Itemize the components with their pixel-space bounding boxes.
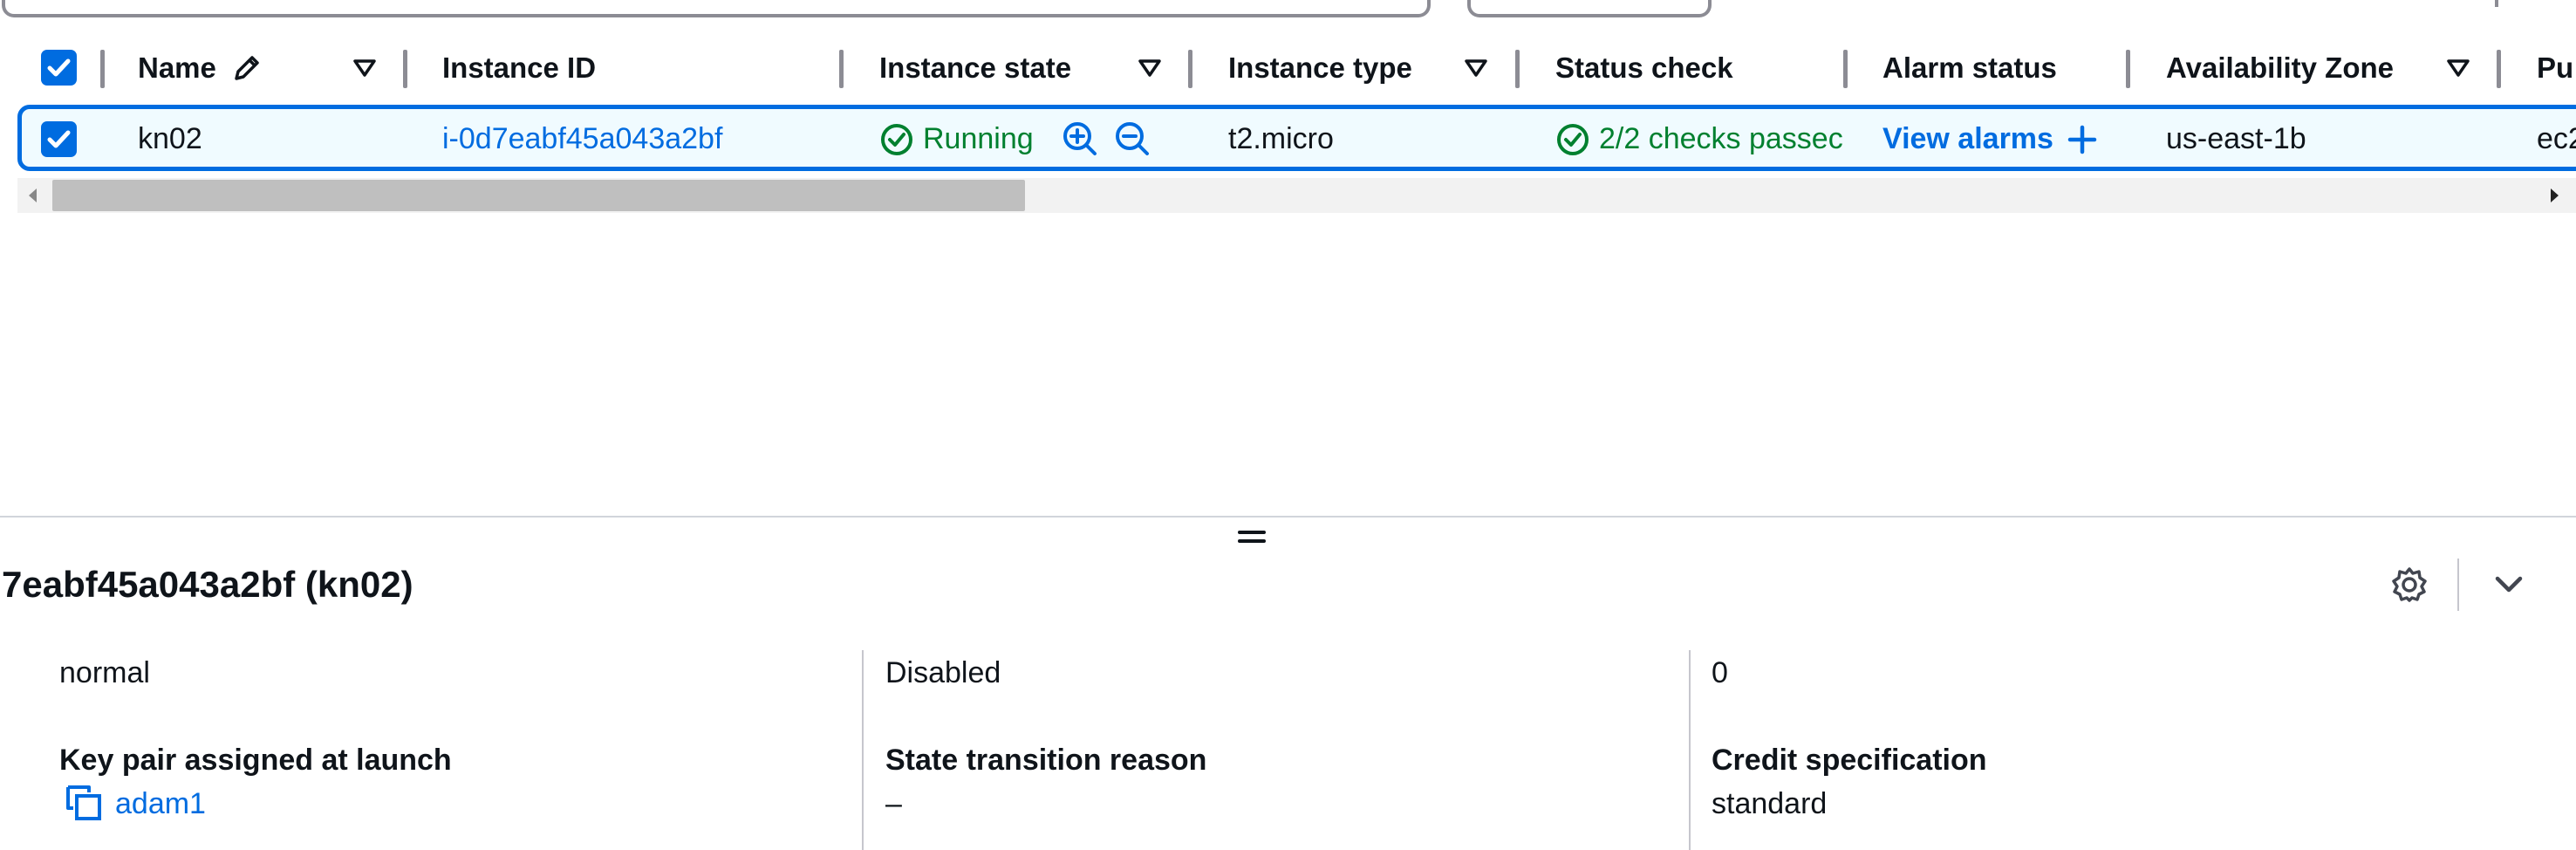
detail-col3-value-top: 0 [1712,656,1728,689]
instance-name: kn02 [138,122,202,155]
search-filter-box[interactable] [2,0,1431,17]
status-check-value: 2/2 checks passec [1599,122,1843,155]
column-separator[interactable] [2497,50,2501,88]
gear-icon[interactable] [2390,566,2429,604]
column-header-instance-state[interactable]: Instance state [879,51,1071,86]
column-separator[interactable] [403,50,407,88]
sort-caret-icon[interactable] [1138,58,1162,79]
detail-col1-value-top: normal [59,656,150,689]
column-separator[interactable] [1515,50,1520,88]
sort-caret-icon[interactable] [2446,58,2470,79]
credit-specification-label: Credit specification [1712,744,1987,777]
column-header-availability-zone[interactable]: Availability Zone [2166,51,2394,86]
chevron-down-icon[interactable] [2493,572,2525,596]
column-header-instance-id[interactable]: Instance ID [442,51,596,86]
column-header-status-check[interactable]: Status check [1555,51,1733,86]
column-separator[interactable] [100,50,105,88]
column-separator[interactable] [1843,50,1848,88]
sort-caret-icon[interactable] [352,58,377,79]
public-dns-value: ec2 [2537,122,2576,155]
state-transition-reason-value: – [885,787,902,820]
column-header-alarm-status[interactable]: Alarm status [1882,51,2057,86]
scroll-right-arrow-icon[interactable] [2547,187,2561,204]
check-circle-icon [881,124,912,155]
column-divider [1689,650,1691,850]
column-separator[interactable] [1188,50,1192,88]
column-header-public-dns[interactable]: Pu [2537,51,2573,86]
view-alarms-link[interactable]: View alarms [1882,121,2053,156]
scrollbar-thumb[interactable] [52,180,1025,211]
scroll-left-arrow-icon[interactable] [26,187,40,204]
instance-id-link[interactable]: i-0d7eabf45a043a2bf [442,121,722,156]
copy-icon[interactable] [65,784,105,822]
details-title: 7eabf45a043a2bf (kn02) [2,564,413,605]
column-header-name[interactable]: Name [138,51,216,86]
plus-icon[interactable] [2067,125,2097,154]
split-panel-divider [0,516,2576,518]
zoom-out-icon[interactable] [1114,120,1151,157]
filter-dropdown-box[interactable] [1467,0,1712,17]
row-checkbox[interactable] [41,121,77,157]
edit-pencil-icon[interactable] [231,52,263,84]
availability-zone-value: us-east-1b [2166,122,2306,155]
key-pair-link[interactable]: adam1 [115,786,206,821]
zoom-in-icon[interactable] [1062,120,1098,157]
check-circle-icon [1557,124,1589,155]
resize-handle-icon[interactable] [1237,528,1267,545]
sort-caret-icon[interactable] [1464,58,1488,79]
instance-type-value: t2.micro [1228,122,1334,155]
column-separator[interactable] [2126,50,2130,88]
credit-specification-value: standard [1712,787,1828,820]
instance-state-value: Running [923,122,1034,155]
column-header-instance-type[interactable]: Instance type [1228,51,1412,86]
key-pair-label: Key pair assigned at launch [59,744,452,777]
detail-col2-value-top: Disabled [885,656,1001,689]
column-divider [862,650,864,850]
column-separator[interactable] [839,50,844,88]
select-all-checkbox[interactable] [41,50,77,86]
state-transition-reason-label: State transition reason [885,744,1207,777]
toolbar-divider [2457,559,2459,611]
pagination-edge [2495,0,2498,7]
